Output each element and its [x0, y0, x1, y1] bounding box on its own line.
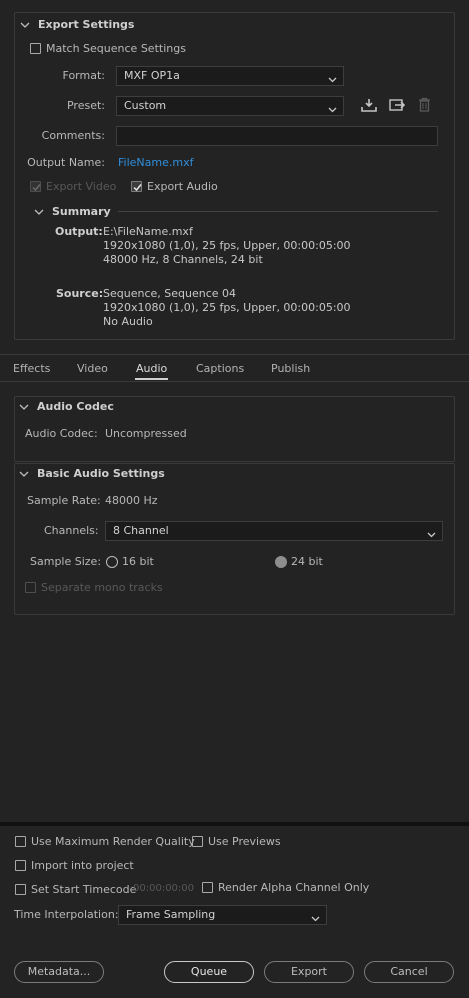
export-button[interactable]: Export [264, 961, 354, 983]
render-alpha-checkbox[interactable] [202, 882, 213, 893]
import-preset-icon[interactable] [389, 98, 406, 112]
chevron-down-icon[interactable] [19, 402, 29, 412]
chevron-down-icon [328, 102, 337, 120]
chevron-down-icon [427, 527, 436, 545]
summary-header[interactable]: Summary [34, 205, 111, 218]
summary-output-line-2: 1920x1080 (1,0), 25 fps, Upper, 00:00:05… [103, 239, 351, 252]
match-sequence-checkbox[interactable] [30, 43, 41, 54]
tabs-top-divider [0, 354, 469, 355]
separate-mono-checkbox[interactable] [25, 582, 36, 593]
summary-source-line-3: No Audio [103, 315, 153, 328]
format-label: Format: [62, 69, 105, 82]
output-name-link[interactable]: FileName.mxf [118, 156, 193, 169]
max-render-quality-label: Use Maximum Render Quality [31, 835, 195, 848]
import-into-project-label: Import into project [31, 859, 134, 872]
sample-size-label: Sample Size: [30, 555, 102, 568]
tab-video[interactable]: Video [77, 362, 108, 375]
radio-16-bit[interactable] [106, 556, 118, 568]
channels-value: 8 Channel [113, 524, 169, 537]
tab-audio-underline [135, 378, 168, 380]
import-into-project-checkbox[interactable] [15, 860, 26, 871]
summary-source-key: Source: [56, 287, 104, 300]
output-name-label: Output Name: [27, 156, 105, 169]
export-video-label: Export Video [46, 180, 117, 193]
audio-codec-title: Audio Codec [37, 400, 114, 413]
summary-title: Summary [52, 205, 111, 218]
preset-value: Custom [124, 99, 167, 112]
channels-dropdown[interactable]: 8 Channel [105, 521, 443, 541]
summary-output-line-1: E:\FileName.mxf [103, 225, 193, 238]
time-interpolation-label: Time Interpolation: [14, 908, 119, 921]
export-video-checkbox[interactable] [30, 181, 41, 192]
channels-label: Channels: [44, 524, 99, 537]
basic-audio-header[interactable]: Basic Audio Settings [19, 467, 165, 480]
export-audio-label: Export Audio [147, 180, 218, 193]
summary-output-line-3: 48000 Hz, 8 Channels, 24 bit [103, 253, 263, 266]
audio-codec-header[interactable]: Audio Codec [19, 400, 114, 413]
delete-preset-icon[interactable] [418, 97, 431, 112]
chevron-down-icon [311, 911, 320, 929]
use-previews-label: Use Previews [208, 835, 281, 848]
sample-rate-label: Sample Rate: [27, 494, 101, 507]
basic-audio-title: Basic Audio Settings [37, 467, 165, 480]
max-render-quality-checkbox[interactable] [15, 836, 26, 847]
preset-dropdown[interactable]: Custom [116, 96, 344, 116]
queue-button[interactable]: Queue [164, 961, 254, 983]
audio-codec-value: Uncompressed [105, 427, 187, 440]
use-previews-checkbox[interactable] [192, 836, 203, 847]
chevron-down-icon[interactable] [19, 469, 29, 479]
tab-captions[interactable]: Captions [196, 362, 244, 375]
save-preset-icon[interactable] [361, 98, 377, 112]
summary-source-line-2: 1920x1080 (1,0), 25 fps, Upper, 00:00:05… [103, 301, 351, 314]
separate-mono-label: Separate mono tracks [41, 581, 163, 594]
match-sequence-label: Match Sequence Settings [46, 42, 186, 55]
chevron-down-icon [328, 72, 337, 90]
format-dropdown[interactable]: MXF OP1a [116, 66, 344, 86]
bottom-divider [0, 822, 469, 826]
time-interpolation-value: Frame Sampling [126, 908, 216, 921]
comments-field[interactable] [116, 126, 438, 146]
set-start-timecode-label: Set Start Timecode [31, 883, 137, 896]
radio-16-bit-label: 16 bit [122, 555, 154, 568]
tab-audio[interactable]: Audio [136, 362, 167, 375]
export-audio-checkbox[interactable] [131, 181, 142, 192]
metadata-button[interactable]: Metadata... [14, 961, 104, 983]
export-settings-title: Export Settings [38, 18, 135, 31]
chevron-down-icon[interactable] [34, 207, 44, 217]
format-value: MXF OP1a [124, 69, 180, 82]
tabs-bottom-divider [0, 381, 469, 382]
radio-24-bit[interactable] [275, 556, 287, 568]
summary-divider [118, 211, 438, 212]
export-settings-header[interactable]: Export Settings [20, 18, 134, 31]
tab-effects[interactable]: Effects [13, 362, 50, 375]
summary-source-line-1: Sequence, Sequence 04 [103, 287, 237, 300]
chevron-down-icon[interactable] [20, 20, 30, 30]
sample-rate-value: 48000 Hz [105, 494, 158, 507]
radio-24-bit-label: 24 bit [291, 555, 323, 568]
render-alpha-label: Render Alpha Channel Only [218, 881, 370, 894]
tab-publish[interactable]: Publish [271, 362, 310, 375]
audio-codec-label: Audio Codec: [25, 427, 98, 440]
preset-label: Preset: [66, 99, 105, 112]
comments-label: Comments: [41, 129, 105, 142]
start-timecode-field[interactable]: 00:00:00:00 [133, 883, 194, 894]
set-start-timecode-checkbox[interactable] [15, 884, 26, 895]
time-interpolation-dropdown[interactable]: Frame Sampling [118, 905, 327, 925]
cancel-button[interactable]: Cancel [364, 961, 454, 983]
summary-output-key: Output: [55, 225, 103, 238]
